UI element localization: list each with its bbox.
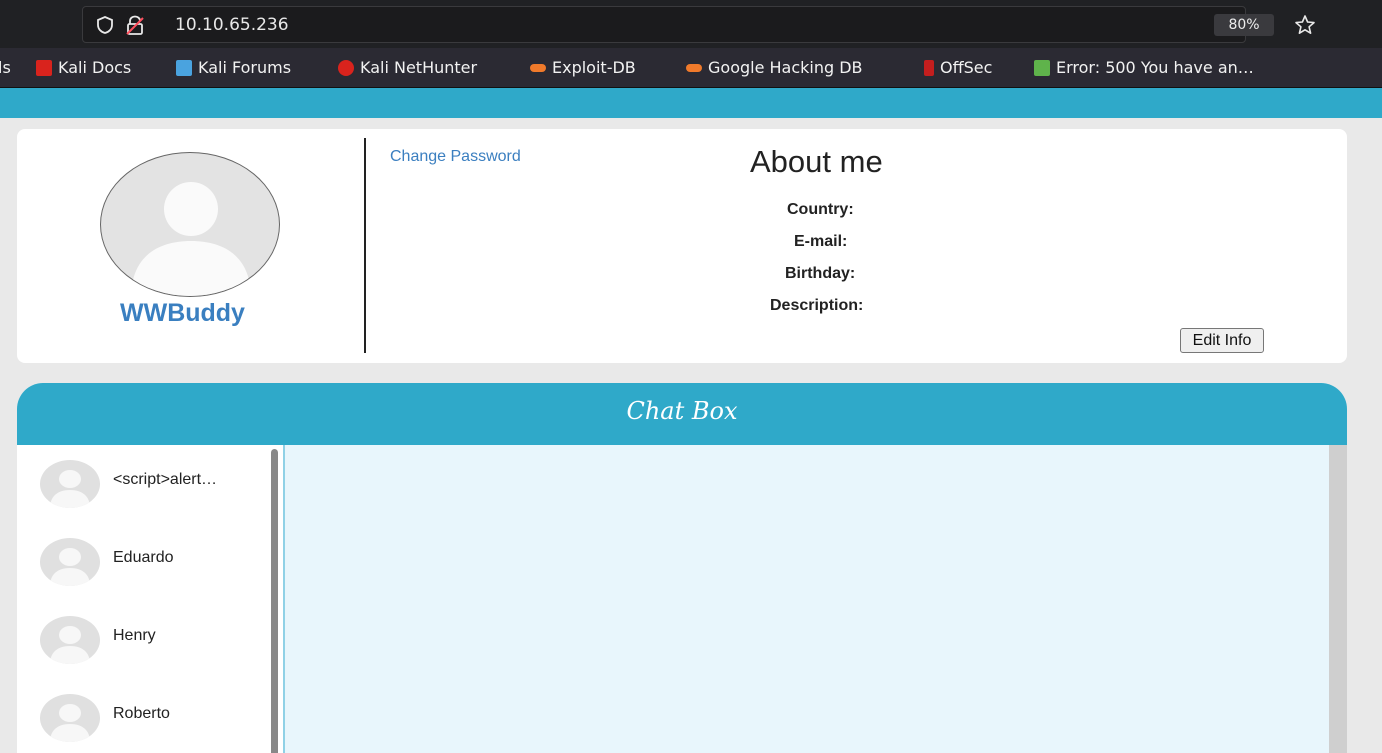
default-user-icon xyxy=(50,704,90,742)
tracking-protection-icon[interactable] xyxy=(95,15,115,35)
ghdb-icon xyxy=(686,64,702,72)
default-user-icon xyxy=(131,182,251,296)
contact-avatar xyxy=(40,538,100,586)
bookmark-ghdb[interactable]: Google Hacking DB xyxy=(686,58,863,78)
email-label: E-mail: xyxy=(794,233,848,250)
contact-avatar xyxy=(40,460,100,508)
offsec-icon xyxy=(924,60,934,76)
contact-avatar xyxy=(40,694,100,742)
bookmark-label: Kali Forums xyxy=(198,58,292,77)
bookmark-offsec[interactable]: OffSec xyxy=(924,58,992,78)
default-user-icon xyxy=(50,470,90,508)
profile-card: WWBuddy Change Password About me Country… xyxy=(17,129,1347,363)
birthday-label: Birthday: xyxy=(785,265,856,282)
joomla-icon xyxy=(1034,60,1050,76)
zoom-indicator[interactable]: 80% xyxy=(1214,14,1274,36)
insecure-lock-icon[interactable] xyxy=(125,14,145,36)
contact-list-scroll-thumb[interactable] xyxy=(271,449,278,753)
bookmark-label: OffSec xyxy=(940,58,993,77)
bookmark-label: ls xyxy=(0,58,11,77)
bookmark-label: Kali Docs xyxy=(58,58,132,77)
contact-name: <script>alert… xyxy=(113,471,218,488)
bookmark-label: Error: 500 You have an… xyxy=(1056,58,1254,77)
contact-avatar xyxy=(40,616,100,664)
chat-messages-area[interactable] xyxy=(283,445,1329,753)
bookmark-label: Google Hacking DB xyxy=(708,58,863,77)
contact-name: Henry xyxy=(113,627,156,644)
edit-info-button[interactable]: Edit Info xyxy=(1180,328,1264,353)
bookmark-label: Exploit-DB xyxy=(552,58,636,77)
about-me-heading: About me xyxy=(750,144,883,179)
chat-header: Chat Box xyxy=(17,383,1347,445)
bookmark-kali-docs[interactable]: Kali Docs xyxy=(36,58,131,78)
default-user-icon xyxy=(50,548,90,586)
contact-name: Roberto xyxy=(113,705,170,722)
bookmark-exploit-db[interactable]: Exploit-DB xyxy=(530,58,636,78)
contact-list: <script>alert… Eduardo Henry Roberto xyxy=(17,445,269,753)
bookmark-error-500[interactable]: Error: 500 You have an… xyxy=(1034,58,1254,78)
bookmark-star-icon[interactable] xyxy=(1293,13,1317,37)
contact-item[interactable]: Eduardo xyxy=(17,523,269,601)
contact-item[interactable]: <script>alert… xyxy=(17,445,269,523)
bookmark-kali-forums[interactable]: Kali Forums xyxy=(176,58,291,78)
kali-docs-icon xyxy=(36,60,52,76)
kali-forums-icon xyxy=(176,60,192,76)
contact-item[interactable]: Henry xyxy=(17,601,269,679)
contact-name: Eduardo xyxy=(113,549,174,566)
chat-box: Chat Box <script>alert… Eduardo Henry Ro… xyxy=(17,383,1347,753)
kali-nethunter-icon xyxy=(338,60,354,76)
bookmark-label: Kali NetHunter xyxy=(360,58,478,77)
change-password-link[interactable]: Change Password xyxy=(390,148,521,166)
chat-messages-scrollbar[interactable] xyxy=(1329,445,1347,753)
bookmarks-toolbar: ls Kali Docs Kali Forums Kali NetHunter … xyxy=(0,48,1382,88)
bookmark-kali-nethunter[interactable]: Kali NetHunter xyxy=(338,58,477,78)
browser-toolbar: 10.10.65.236 80% xyxy=(0,0,1382,48)
site-header xyxy=(0,88,1382,118)
vertical-divider xyxy=(364,138,366,353)
url-text[interactable]: 10.10.65.236 xyxy=(175,15,289,35)
exploit-db-icon xyxy=(530,64,546,72)
country-label: Country: xyxy=(787,201,854,218)
chat-title: Chat Box xyxy=(626,397,738,425)
default-user-icon xyxy=(50,626,90,664)
description-label: Description: xyxy=(770,297,864,314)
username: WWBuddy xyxy=(120,299,245,327)
avatar xyxy=(100,152,280,297)
address-bar[interactable]: 10.10.65.236 80% xyxy=(82,6,1315,43)
bookmark-cut-off[interactable]: ls xyxy=(0,58,11,78)
